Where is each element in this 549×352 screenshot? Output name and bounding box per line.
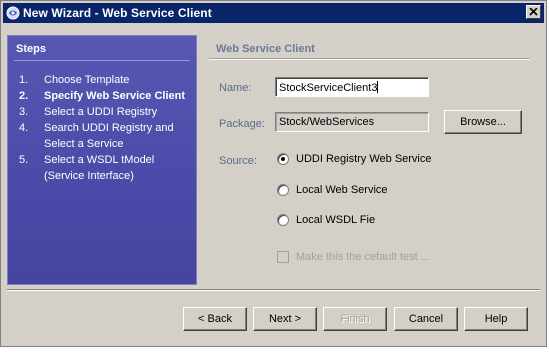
back-button[interactable]: < Back bbox=[183, 307, 247, 331]
text-caret bbox=[377, 81, 379, 93]
step-item-continued: (Service Interface) bbox=[44, 170, 134, 182]
package-label: Package: bbox=[219, 118, 265, 130]
steps-panel: Steps 1. Choose Template 2. Specify Web … bbox=[7, 35, 197, 285]
steps-list: 1. Choose Template 2. Specify Web Servic… bbox=[19, 72, 196, 184]
step-item: 4. Search UDDI Registry and bbox=[19, 122, 174, 134]
radio-button[interactable] bbox=[277, 184, 289, 196]
name-label: Name: bbox=[219, 82, 252, 94]
close-icon bbox=[529, 8, 538, 16]
step-item: 1. Choose Template bbox=[19, 74, 130, 86]
button-bar-separator bbox=[7, 289, 540, 291]
close-button[interactable] bbox=[526, 5, 541, 19]
radio-button[interactable] bbox=[277, 214, 289, 226]
app-icon bbox=[6, 6, 20, 20]
browse-button[interactable]: Browse... bbox=[444, 110, 522, 134]
step-item-current: 2. Specify Web Service Client bbox=[19, 90, 186, 102]
cancel-button[interactable]: Cancel bbox=[394, 307, 458, 331]
source-option-local-service[interactable]: Local Web Service bbox=[277, 184, 388, 196]
default-test-checkbox-row[interactable]: Make this the cefault test ... bbox=[277, 251, 430, 263]
step-item: 5. Select a WSDL tModel bbox=[19, 154, 155, 166]
wizard-window: New Wizard - Web Service Client Steps 1.… bbox=[0, 0, 547, 347]
source-option-local-wsdl[interactable]: Local WSDL Fie bbox=[277, 214, 375, 226]
source-label: Source: bbox=[219, 155, 257, 167]
content-divider bbox=[209, 58, 530, 60]
name-field[interactable]: StockServiceClient3 bbox=[275, 77, 429, 97]
title-bar[interactable]: New Wizard - Web Service Client bbox=[3, 3, 544, 23]
radio-button-selected[interactable] bbox=[277, 153, 289, 165]
step-item-continued: Select a Service bbox=[44, 138, 124, 150]
package-field[interactable]: Stock/WebServices bbox=[275, 112, 429, 132]
steps-divider bbox=[14, 60, 190, 61]
next-button[interactable]: Next > bbox=[253, 307, 317, 331]
step-item: 3. Select a UDDI Registry bbox=[19, 106, 158, 118]
help-button[interactable]: Help bbox=[464, 307, 528, 331]
content-heading: Web Service Client bbox=[216, 43, 315, 55]
window-title: New Wizard - Web Service Client bbox=[23, 6, 212, 20]
finish-button[interactable]: Finish bbox=[323, 307, 387, 331]
source-option-uddi[interactable]: UDDI Registry Web Service bbox=[277, 153, 432, 165]
default-test-checkbox[interactable] bbox=[277, 251, 289, 263]
steps-heading: Steps bbox=[16, 43, 46, 55]
radio-dot-icon bbox=[281, 157, 285, 161]
